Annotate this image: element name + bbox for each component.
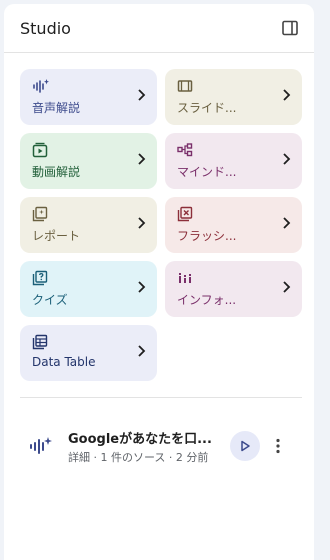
table-icon [32, 334, 48, 350]
tile-slides[interactable]: スライド... [165, 69, 302, 125]
note-meta: 詳細 · 1 件のソース · 2 分前 [68, 450, 209, 464]
chevron-right-icon [283, 89, 291, 101]
tile-label: マインド... [177, 165, 237, 179]
tile-label: レポート [32, 229, 81, 243]
tile-label: 動画解説 [32, 165, 81, 179]
tile-quiz[interactable]: クイズ [20, 261, 157, 317]
generated-note-item[interactable]: Googleがあなたを口... 詳細 · 1 件のソース · 2 分前 [4, 428, 314, 464]
tile-label: 音声解説 [32, 101, 81, 115]
tile-audio-overview[interactable]: 音声解説 [20, 69, 157, 125]
audio-waveform-icon [33, 79, 49, 93]
chevron-right-icon [283, 281, 291, 293]
audio-waveform-icon [30, 437, 52, 454]
play-icon [241, 440, 250, 452]
collapse-panel-button[interactable] [276, 14, 304, 42]
chevron-right-icon [283, 217, 291, 229]
chevron-right-icon [138, 345, 146, 357]
tile-label: Data Table [32, 355, 96, 369]
chevron-right-icon [138, 281, 146, 293]
panel-title: Studio [20, 18, 71, 38]
tile-label: スライド... [177, 101, 237, 115]
chevron-right-icon [138, 153, 146, 165]
section-divider [20, 397, 302, 398]
flashcard-icon [177, 206, 193, 222]
tile-mind-map[interactable]: マインド... [165, 133, 302, 189]
report-icon [32, 206, 48, 222]
video-icon [32, 142, 48, 158]
mindmap-icon [177, 143, 193, 157]
tile-infographic[interactable]: インフォ... [165, 261, 302, 317]
more-vert-icon [276, 438, 280, 454]
tile-label: フラッシ... [177, 229, 237, 243]
chevron-right-icon [138, 217, 146, 229]
tile-video-overview[interactable]: 動画解説 [20, 133, 157, 189]
chevron-right-icon [283, 153, 291, 165]
infographic-icon [179, 273, 191, 283]
chevron-right-icon [138, 89, 146, 101]
tile-label: クイズ [32, 293, 68, 307]
tile-data-table[interactable]: Data Table [20, 325, 157, 381]
more-options-button[interactable] [268, 431, 288, 461]
tile-label: インフォ... [177, 293, 237, 307]
slides-icon [177, 80, 193, 92]
studio-header: Studio [4, 4, 314, 53]
note-title: Googleがあなたを口... [68, 431, 212, 447]
studio-tools-grid: 音声解説 スライド... 動画解説 マインド... レポート フラッシ... ク… [4, 53, 314, 381]
tile-report[interactable]: レポート [20, 197, 157, 253]
play-button[interactable] [230, 431, 260, 461]
tile-flashcards[interactable]: フラッシ... [165, 197, 302, 253]
quiz-icon [32, 270, 48, 286]
panel-toggle-icon [282, 20, 298, 36]
studio-panel: Studio 音声解説 スライド... 動画解説 マインド... レポート フラ… [4, 4, 314, 560]
